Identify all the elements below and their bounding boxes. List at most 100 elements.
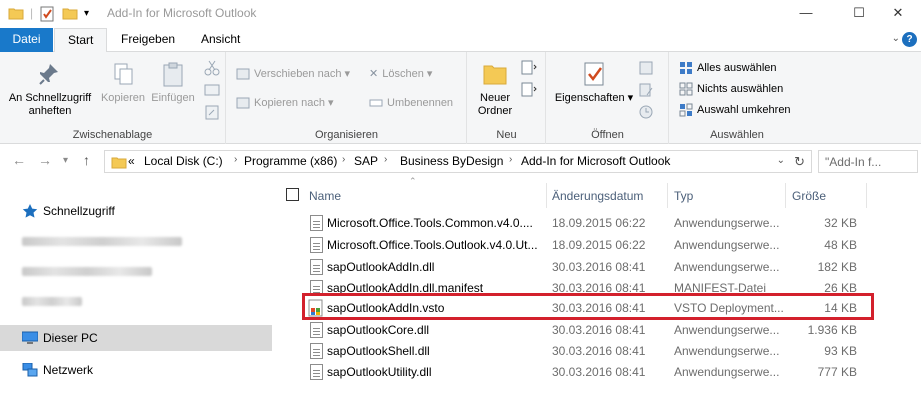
- minimize-button[interactable]: —: [783, 0, 829, 28]
- nav-item-redacted[interactable]: [0, 288, 272, 314]
- star-icon: [22, 204, 38, 218]
- ribbon: An Schnellzugriff anheften Kopieren Einf…: [0, 52, 921, 144]
- properties-icon: [584, 62, 604, 86]
- breadcrumb-overflow[interactable]: «: [128, 154, 135, 168]
- group-label-zwischenablage: Zwischenablage: [72, 129, 153, 141]
- tab-freigeben[interactable]: Freigeben: [108, 28, 188, 52]
- column-header-name[interactable]: Name: [309, 186, 341, 206]
- move-to-icon: [236, 68, 250, 80]
- file-date: 30.03.2016 08:41: [552, 365, 646, 379]
- copy-icon: [114, 63, 133, 85]
- edit-icon[interactable]: [638, 82, 654, 98]
- column-divider[interactable]: [546, 183, 547, 208]
- pin-quick-access-button[interactable]: An Schnellzugriff anheften: [4, 60, 96, 118]
- properties-quick-icon[interactable]: [40, 6, 55, 22]
- column-divider[interactable]: [667, 183, 668, 208]
- copy-path-icon[interactable]: [204, 83, 220, 97]
- nav-item-redacted[interactable]: [0, 258, 272, 284]
- breadcrumb-business-bydesign[interactable]: Business ByDesign: [400, 154, 503, 168]
- delete-button[interactable]: ✕ Löschen ▾: [369, 64, 432, 84]
- breadcrumb-current-folder[interactable]: Add-In for Microsoft Outlook: [521, 154, 670, 168]
- up-arrow-icon[interactable]: ↑: [83, 152, 90, 168]
- copy-to-button[interactable]: Kopieren nach ▾: [236, 93, 334, 113]
- move-to-button[interactable]: Verschieben nach ▾: [236, 64, 350, 84]
- nav-item-quick-access[interactable]: Schnellzugriff: [0, 198, 272, 224]
- breadcrumb-local-disk[interactable]: Local Disk (C:): [144, 154, 223, 168]
- select-all-icon: [680, 62, 692, 75]
- column-header-type[interactable]: Typ: [674, 186, 693, 206]
- help-icon[interactable]: ?: [902, 32, 917, 47]
- file-size: 32 KB: [824, 216, 857, 230]
- column-divider[interactable]: [866, 183, 867, 208]
- open-icon[interactable]: [638, 60, 654, 76]
- file-row[interactable]: sapOutlookCore.dll 30.03.2016 08:41 Anwe…: [302, 319, 870, 341]
- close-button[interactable]: ✕: [875, 0, 921, 28]
- cut-icon[interactable]: [204, 60, 220, 76]
- ribbon-collapse-icon[interactable]: ⌄: [892, 33, 900, 44]
- tab-datei[interactable]: Datei: [0, 28, 53, 52]
- tab-ansicht[interactable]: Ansicht: [188, 28, 253, 52]
- file-name: sapOutlookCore.dll: [327, 323, 430, 337]
- folder-icon: [8, 8, 24, 20]
- new-item-icon[interactable]: [520, 60, 538, 76]
- file-date: 30.03.2016 08:41: [552, 344, 646, 358]
- file-row[interactable]: sapOutlookShell.dll 30.03.2016 08:41 Anw…: [302, 340, 870, 362]
- column-header-date[interactable]: Änderungsdatum: [552, 186, 643, 206]
- paste-shortcut-icon[interactable]: [204, 104, 220, 120]
- file-icon: [310, 237, 323, 253]
- quick-access-dropdown-icon[interactable]: ▾: [84, 8, 89, 19]
- file-date: 18.09.2015 06:22: [552, 216, 646, 230]
- file-icon: [310, 322, 323, 338]
- nav-item-this-pc[interactable]: Dieser PC: [0, 325, 272, 351]
- breadcrumb-sap[interactable]: SAP: [354, 154, 378, 168]
- address-bar[interactable]: « Local Disk (C:) › Programme (x86) › SA…: [104, 150, 812, 173]
- window-title: Add-In for Microsoft Outlook: [107, 6, 257, 20]
- group-auswaehlen: Alles auswählen Nichts auswählen Auswahl…: [670, 52, 804, 144]
- group-label-auswaehlen: Auswählen: [710, 129, 764, 141]
- select-all-checkbox[interactable]: [286, 188, 299, 201]
- ribbon-tabs: Datei Start Freigeben Ansicht ⌄ ?: [0, 28, 921, 53]
- redacted-item: [22, 297, 82, 306]
- tab-start[interactable]: Start: [54, 28, 108, 53]
- nav-item-network[interactable]: Netzwerk: [0, 357, 272, 383]
- file-name: Microsoft.Office.Tools.Common.v4.0....: [327, 216, 533, 230]
- file-name: sapOutlookShell.dll: [327, 344, 430, 358]
- file-icon: [310, 343, 323, 359]
- nav-item-redacted[interactable]: [0, 228, 272, 254]
- breadcrumb-separator-icon[interactable]: ›: [234, 154, 237, 165]
- rename-button[interactable]: Umbenennen: [369, 93, 453, 113]
- invert-selection-icon: [679, 103, 693, 117]
- file-row[interactable]: Microsoft.Office.Tools.Common.v4.0.... 1…: [302, 212, 870, 234]
- rename-icon: [369, 99, 383, 107]
- properties-button[interactable]: Eigenschaften ▾: [553, 60, 635, 105]
- back-arrow-icon[interactable]: ←: [12, 152, 26, 168]
- paste-button[interactable]: Einfügen: [148, 60, 198, 105]
- recent-locations-icon[interactable]: ▾: [63, 155, 68, 166]
- search-input[interactable]: "Add-In f...: [818, 150, 918, 173]
- file-icon: [310, 215, 323, 231]
- breadcrumb-separator-icon[interactable]: ›: [509, 154, 512, 165]
- address-history-dropdown-icon[interactable]: ⌄: [777, 155, 785, 166]
- select-none-button[interactable]: Nichts auswählen: [679, 79, 783, 99]
- invert-selection-button[interactable]: Auswahl umkehren: [679, 100, 791, 120]
- breadcrumb-separator-icon[interactable]: ›: [342, 154, 345, 165]
- forward-arrow-icon[interactable]: →: [38, 152, 52, 168]
- file-row[interactable]: sapOutlookUtility.dll 30.03.2016 08:41 A…: [302, 361, 870, 383]
- column-header-size[interactable]: Größe: [792, 186, 826, 206]
- new-folder-button[interactable]: Neuer Ordner: [472, 60, 518, 118]
- refresh-icon[interactable]: ↻: [794, 154, 805, 170]
- new-folder-quick-icon[interactable]: [62, 6, 78, 20]
- history-icon[interactable]: [638, 104, 654, 120]
- navigation-pane: Schnellzugriff Dieser PC Netzwerk: [0, 178, 272, 393]
- select-all-button[interactable]: Alles auswählen: [679, 58, 777, 78]
- easy-access-icon[interactable]: [520, 82, 538, 98]
- file-icon: [310, 364, 323, 380]
- file-date: 30.03.2016 08:41: [552, 323, 646, 337]
- copy-button[interactable]: Kopieren: [96, 60, 150, 105]
- breadcrumb-separator-icon[interactable]: ›: [384, 154, 387, 165]
- computer-icon: [22, 331, 38, 344]
- breadcrumb-programme[interactable]: Programme (x86): [244, 154, 337, 168]
- file-row[interactable]: Microsoft.Office.Tools.Outlook.v4.0.Ut..…: [302, 234, 870, 256]
- file-row[interactable]: sapOutlookAddIn.dll 30.03.2016 08:41 Anw…: [302, 256, 870, 278]
- column-divider[interactable]: [785, 183, 786, 208]
